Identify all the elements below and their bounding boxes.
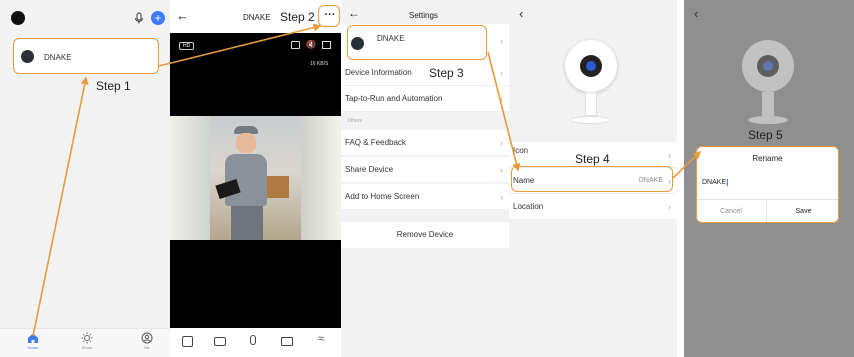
add-home-label: Add to Home Screen [345, 192, 420, 201]
step5-highlight [696, 146, 839, 223]
faq-label: FAQ & Feedback [345, 138, 406, 147]
video-feed[interactable] [170, 116, 341, 240]
add-home-row[interactable]: Add to Home Screen › [341, 184, 509, 210]
add-device-icon[interactable]: + [151, 11, 165, 25]
live-header: ← DNAKE Step 2 ··· [170, 0, 341, 33]
nav-me-label: Me [144, 345, 150, 350]
step1-highlight [13, 38, 159, 74]
step2-label: Step 2 [280, 10, 315, 24]
location-row[interactable]: Location › [509, 194, 677, 220]
nav-me[interactable]: Me [136, 332, 158, 350]
dim-back-icon: ‹ [694, 6, 699, 21]
face [236, 133, 256, 153]
faq-row[interactable]: FAQ & Feedback › [341, 130, 509, 156]
icon-label: Icon [513, 146, 529, 155]
chevron-right-icon: › [500, 137, 503, 148]
hd-badge[interactable]: HD [179, 42, 195, 50]
scan-icon[interactable] [182, 336, 193, 347]
chevron-right-icon: › [668, 201, 671, 212]
snapshot-icon[interactable] [291, 41, 300, 49]
step4-highlight [511, 166, 673, 192]
expand-up-icon[interactable]: ≈ [318, 333, 324, 345]
step3-device-highlight [347, 25, 487, 60]
step3-label: Step 3 [429, 66, 464, 80]
device-info-label: Device Information [345, 68, 412, 77]
chevron-right-icon: › [500, 36, 503, 46]
nav-home[interactable]: Home [22, 332, 44, 350]
location-label: Location [513, 202, 544, 211]
sun-icon [81, 332, 93, 344]
step4-label: Step 4 [575, 152, 610, 166]
camera-icon[interactable] [214, 337, 226, 346]
tap-to-run-label: Tap-to-Run and Automation [345, 94, 443, 103]
camera-lens-inner [586, 61, 596, 71]
microphone-icon[interactable] [132, 11, 146, 25]
chevron-right-icon: › [668, 149, 671, 160]
courier-person [215, 124, 275, 240]
chevron-right-icon: › [500, 164, 503, 175]
tap-to-run-row[interactable]: Tap-to-Run and Automation › [341, 86, 509, 112]
rename-panel: ‹ Step 5 Rename DNAKE Cancel Save [684, 0, 854, 357]
profile-icon [141, 332, 153, 344]
bottom-nav: Home Smart Me [0, 328, 170, 357]
app-logo-icon [11, 11, 25, 25]
camera-neck [585, 92, 597, 116]
chevron-right-icon: › [500, 93, 503, 104]
live-title: DNAKE [243, 13, 271, 22]
home-panel: + DNAKE Step 1 Home Smart Me [0, 0, 170, 357]
mute-icon[interactable]: 🔇 [306, 40, 316, 49]
back-arrow-icon[interactable]: ← [176, 8, 189, 23]
device-back-icon[interactable]: ‹ [519, 6, 523, 21]
others-section-header: Others [347, 118, 363, 124]
settings-back-icon[interactable]: ← [348, 6, 360, 20]
talk-mic-icon[interactable] [250, 335, 256, 345]
device-info-row[interactable]: Device Information › [341, 60, 509, 86]
fullscreen-icon[interactable] [322, 41, 331, 49]
nav-smart[interactable]: Smart [76, 332, 98, 350]
nav-smart-label: Smart [81, 345, 93, 350]
dim-camera-illustration [742, 40, 794, 126]
live-panel: ← DNAKE Step 2 ··· HD 🔇 16 KB/S ≈ [170, 0, 341, 357]
legs [231, 206, 263, 240]
step5-label: Step 5 [748, 128, 783, 142]
home-icon [28, 333, 38, 343]
step2-highlight [318, 5, 340, 27]
nav-home-label: Home [27, 345, 39, 350]
camera-illustration [565, 40, 617, 126]
window-light [170, 116, 210, 240]
record-video-icon[interactable] [281, 337, 293, 346]
device-panel: ‹ Icon › Step 4 Name DNAKE › Location › [509, 0, 677, 357]
share-row[interactable]: Share Device › [341, 157, 509, 183]
chevron-right-icon: › [500, 191, 503, 202]
settings-panel: ← Settings DNAKE › Device Information › … [341, 0, 509, 357]
share-label: Share Device [345, 165, 394, 174]
step1-label: Step 1 [96, 79, 131, 93]
parcel-box [267, 176, 289, 198]
chevron-right-icon: › [500, 67, 503, 78]
live-toolbar: ≈ [170, 328, 341, 357]
speed-readout: 16 KB/S [310, 61, 329, 67]
remove-device-button[interactable]: Remove Device [341, 222, 509, 248]
settings-title: Settings [409, 11, 438, 20]
camera-base [571, 116, 611, 124]
window-light [301, 116, 341, 240]
